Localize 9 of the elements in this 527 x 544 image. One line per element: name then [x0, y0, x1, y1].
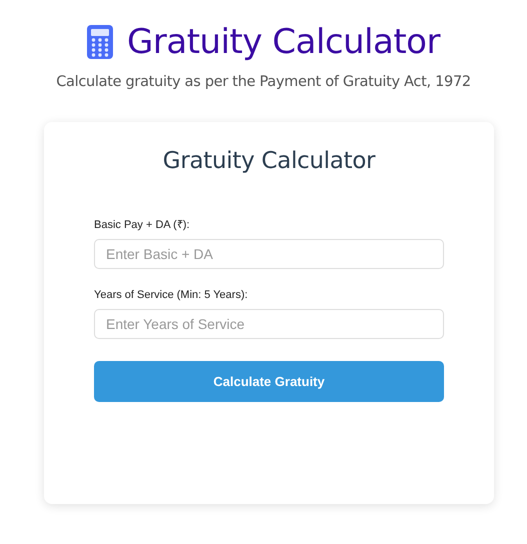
field-label: Years of Service (Min: 5 Years): [94, 289, 249, 301]
field-label: Basic Pay + DA (₹): [94, 218, 191, 231]
input-field[interactable]: Enter Years of Service [94, 309, 444, 339]
page-title: Gratuity Calculator [127, 22, 440, 62]
input-field[interactable]: Enter Basic + DA [94, 239, 444, 269]
page-subtitle: Calculate gratuity as per the Payment of Gratuity Act, 1972 [55, 74, 472, 90]
card-title: Gratuity Calculator [162, 148, 376, 174]
calculator-icon [87, 25, 114, 59]
calculate-button[interactable]: Calculate Gratuity [94, 361, 444, 402]
